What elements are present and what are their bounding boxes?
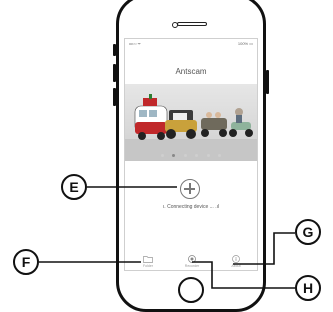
leader-g [233,232,295,265]
callout-h: H [295,275,321,301]
callout-e: E [61,174,87,200]
callout-g: G [295,219,321,245]
leader-h [192,261,295,289]
callout-leaders [39,186,295,289]
callout-f: F [13,249,39,275]
